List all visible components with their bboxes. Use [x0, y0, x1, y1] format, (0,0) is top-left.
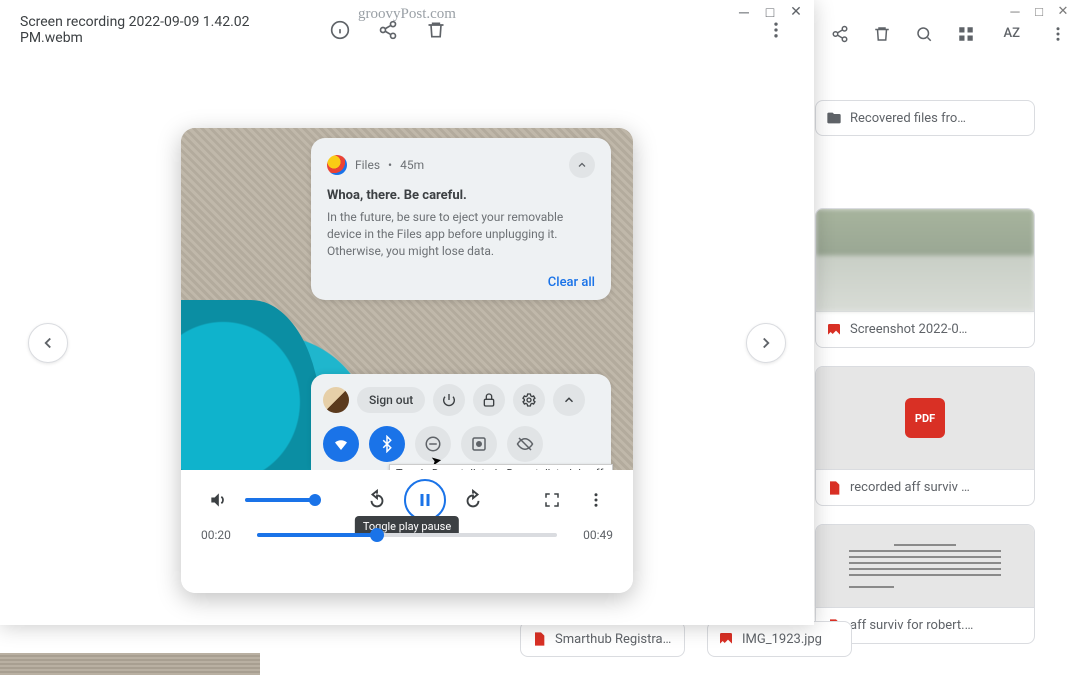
- thumbnail: [816, 209, 1034, 311]
- rewind-10-icon[interactable]: [360, 483, 394, 517]
- files-toolbar: EN AZ: [779, 22, 1068, 45]
- video-frame: Files • 45m Whoa, there. Be careful. In …: [181, 128, 633, 470]
- current-time: 00:20: [201, 528, 241, 542]
- notification-age: 45m: [400, 158, 424, 172]
- more-icon[interactable]: [1048, 24, 1068, 44]
- wifi-toggle-icon[interactable]: [323, 426, 359, 462]
- file-chip[interactable]: IMG_1923.jpg: [707, 621, 852, 657]
- pdf-badge-icon: PDF: [905, 398, 945, 438]
- notification-app: Files: [355, 158, 380, 172]
- system-tray-panel: Sign out: [311, 374, 611, 470]
- pdf-icon: [531, 631, 547, 647]
- share-icon[interactable]: [370, 12, 406, 48]
- image-icon: [826, 322, 842, 338]
- chevron-up-icon[interactable]: [569, 152, 595, 178]
- visibility-off-toggle-icon[interactable]: [507, 426, 543, 462]
- file-label: Screenshot 2022-0…: [850, 322, 967, 337]
- seek-fill: [257, 533, 377, 537]
- gallery-body: Files • 45m Whoa, there. Be careful. In …: [0, 60, 814, 625]
- seek-knob[interactable]: [370, 528, 384, 542]
- file-card[interactable]: PDF recorded aff surviv …: [815, 366, 1035, 506]
- play-pause-button[interactable]: [404, 479, 446, 521]
- notification-card: Files • 45m Whoa, there. Be careful. In …: [311, 138, 611, 300]
- duration: 00:49: [573, 528, 613, 542]
- seek-slider[interactable]: [257, 533, 557, 537]
- video-controls: Toggle play pause 00:20 00:49: [181, 470, 633, 593]
- share-icon[interactable]: [830, 24, 850, 44]
- files-app-icon: [327, 155, 347, 175]
- gallery-header: Screen recording 2022-09-09 1.42.02 PM.w…: [0, 0, 814, 60]
- gallery-minimize-button[interactable]: ─: [736, 4, 752, 21]
- gallery-window-controls: ─ □ ✕: [736, 4, 804, 21]
- delete-icon[interactable]: [872, 24, 892, 44]
- thumbnail: PDF: [816, 367, 1034, 469]
- file-card[interactable]: Screenshot 2022-0…: [815, 208, 1035, 348]
- image-icon: [718, 631, 734, 647]
- volume-icon[interactable]: [201, 483, 235, 517]
- info-icon[interactable]: [322, 12, 358, 48]
- previous-button[interactable]: [28, 323, 68, 363]
- delete-icon[interactable]: [418, 12, 454, 48]
- folder-card[interactable]: Recovered files fro…: [815, 100, 1035, 136]
- user-avatar[interactable]: [323, 387, 349, 413]
- pdf-icon: [826, 480, 842, 496]
- files-window-controls: ─ □ ✕: [1008, 0, 1080, 20]
- files-grid: Recovered files fro… Screenshot 2022-0… …: [815, 100, 1060, 644]
- files-close-button[interactable]: ✕: [1056, 4, 1070, 20]
- background-image-sliver: [0, 653, 260, 675]
- file-label: Smarthub Registrat…: [555, 632, 674, 647]
- view-grid-icon[interactable]: [956, 24, 976, 44]
- fullscreen-icon[interactable]: [535, 483, 569, 517]
- screen-capture-toggle-icon[interactable]: [461, 426, 497, 462]
- gallery-viewer-window: ─ □ ✕ groovyPost.com Screen recording 20…: [0, 0, 814, 625]
- thumbnail: [816, 525, 1034, 607]
- gallery-maximize-button[interactable]: □: [762, 4, 778, 21]
- power-icon[interactable]: [433, 384, 465, 416]
- files-maximize-button[interactable]: □: [1032, 4, 1046, 20]
- file-label: Recovered files fro…: [850, 111, 966, 126]
- file-label: recorded aff surviv …: [850, 480, 970, 495]
- bluetooth-toggle-icon[interactable]: [369, 426, 405, 462]
- notification-title: Whoa, there. Be careful.: [327, 188, 595, 203]
- gallery-close-button[interactable]: ✕: [788, 4, 804, 21]
- file-label: IMG_1923.jpg: [742, 632, 822, 647]
- files-minimize-button[interactable]: ─: [1008, 4, 1022, 20]
- file-chip[interactable]: Smarthub Registrat…: [520, 621, 685, 657]
- lock-icon[interactable]: [473, 384, 505, 416]
- more-icon[interactable]: [579, 483, 613, 517]
- forward-10-icon[interactable]: [456, 483, 490, 517]
- folder-icon: [826, 110, 842, 126]
- search-icon[interactable]: [914, 24, 934, 44]
- files-bottom-row: Smarthub Registrat… IMG_1923.jpg: [520, 621, 1060, 657]
- gear-icon[interactable]: [513, 384, 545, 416]
- clear-all-button[interactable]: Clear all: [327, 275, 595, 290]
- files-sort-button[interactable]: AZ: [998, 22, 1026, 45]
- notification-body: In the future, be sure to eject your rem…: [327, 209, 595, 261]
- chevron-up-icon[interactable]: [553, 384, 585, 416]
- gallery-filename: Screen recording 2022-09-09 1.42.02 PM.w…: [20, 14, 310, 46]
- next-button[interactable]: [746, 323, 786, 363]
- video-player-card: Files • 45m Whoa, there. Be careful. In …: [181, 128, 633, 593]
- sign-out-button[interactable]: Sign out: [357, 387, 425, 413]
- volume-slider[interactable]: [245, 498, 315, 502]
